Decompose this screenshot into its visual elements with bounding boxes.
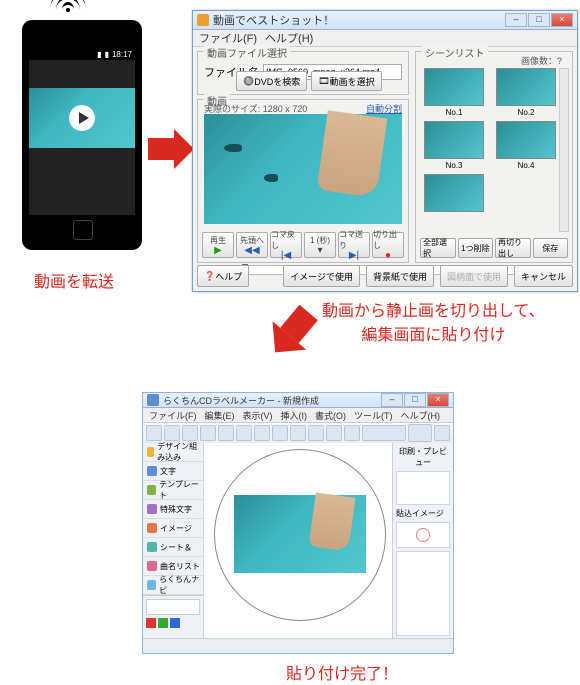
frame-back-button[interactable]: コマ戻し|◀ [270, 232, 302, 258]
left-tab[interactable]: デザイン組み込み [143, 443, 203, 462]
scene-list-group: シーンリスト 画像数：? No.1 No.2 No.3 No.4 全部選択 1つ… [415, 51, 573, 263]
tool-icon[interactable] [200, 425, 216, 441]
menu-item[interactable]: ヘルプ(H) [401, 409, 441, 422]
phone-video-thumbnail[interactable] [29, 88, 135, 148]
tool-icon[interactable] [254, 425, 270, 441]
select-all-button[interactable]: 全部選択 [420, 238, 456, 258]
phone-statusbar: ▮ ▮ 18:17 [29, 48, 135, 60]
play-icon[interactable] [69, 105, 95, 131]
app-icon [197, 14, 209, 26]
label-editor-window: らくちんCDラベルメーカー - 新規作成 – □ × ファイル(F) 編集(E)… [142, 392, 454, 654]
left-tab[interactable]: 特殊文字 [143, 500, 203, 519]
tool-icon[interactable] [164, 425, 180, 441]
cut-button[interactable]: 切り出し● [372, 232, 404, 258]
print-icon[interactable] [408, 424, 432, 442]
scrollbar[interactable] [559, 68, 569, 232]
save-button[interactable]: 保存 [533, 238, 569, 258]
pasted-image[interactable] [234, 495, 366, 573]
tool-icon[interactable] [182, 425, 198, 441]
video-capture-window: 動画でベストショット！ – □ × ファイル(F) ヘルプ(H) 動画ファイル選… [192, 10, 578, 292]
editor-title: らくちんCDラベルメーカー - 新規作成 [163, 394, 319, 407]
tool-icon[interactable] [326, 425, 342, 441]
select-video-button[interactable]: 🎞 動画を選択 [311, 71, 381, 91]
scene-thumb[interactable]: No.3 [422, 121, 486, 170]
preview-box [396, 471, 450, 505]
caption-cutout: 動画から静止画を切り出して、編集画面に貼り付け [322, 300, 545, 348]
editor-statusbar [143, 638, 453, 653]
editor-left-panel: デザイン組み込み 文字 テンプレート 特殊文字 イメージ シート＆ 曲名リスト … [143, 443, 204, 639]
scene-count: 画像数：? [521, 54, 562, 67]
right-header: 印刷・プレビュー [396, 446, 450, 468]
play-button[interactable]: 再生▶ [202, 232, 234, 258]
tool-icon[interactable] [434, 425, 450, 441]
tool-icon[interactable] [290, 425, 306, 441]
battery-icon: ▮ [105, 50, 109, 59]
menu-file[interactable]: ファイル(F) [199, 30, 257, 46]
tool-icon[interactable] [272, 425, 288, 441]
scene-thumb[interactable]: No.4 [494, 121, 558, 170]
file-select-group: 動画ファイル選択 ファイル名 🔘 DVDを検索 🎞 動画を選択 [197, 51, 409, 95]
arrow-right-icon [148, 138, 174, 160]
video-preview [204, 114, 402, 224]
menu-item[interactable]: 挿入(I) [281, 409, 308, 422]
caption-transfer: 動画を転送 [34, 268, 114, 292]
home-button[interactable] [73, 220, 93, 240]
img-panel-label: 貼込イメージ [396, 508, 450, 519]
menu-item[interactable]: ツール(T) [354, 409, 393, 422]
use-as-image-button[interactable]: イメージで使用 [283, 265, 360, 287]
menu-item[interactable]: 書式(O) [315, 409, 346, 422]
tool-icon[interactable] [308, 425, 324, 441]
recut-button[interactable]: 再切り出し [495, 238, 531, 258]
editor-right-panel: 印刷・プレビュー 貼込イメージ [392, 443, 453, 639]
left-tab[interactable]: テンプレート [143, 481, 203, 500]
menu-item[interactable]: ファイル(F) [149, 409, 197, 422]
close-button[interactable]: × [427, 393, 449, 407]
file-select-label: 動画ファイル選択 [204, 45, 290, 60]
close-button[interactable]: × [551, 13, 573, 27]
window-title: 動画でベストショット！ [213, 12, 334, 28]
status-time: 18:17 [112, 50, 132, 59]
cancel-button[interactable]: キャンセル [514, 265, 573, 287]
image-panel [396, 522, 450, 548]
help-button[interactable]: ❓ ヘルプ [197, 265, 249, 287]
step-select[interactable]: 1 (秒)▾ [304, 232, 336, 258]
signal-icon: ▮ [97, 50, 101, 59]
arrow-down-left-icon [280, 305, 318, 343]
tool-icon[interactable] [236, 425, 252, 441]
scene-thumb[interactable]: No.2 [494, 68, 558, 117]
maximize-button[interactable]: □ [528, 13, 550, 27]
smartphone: ▮ ▮ 18:17 [22, 20, 142, 250]
editor-menubar: ファイル(F) 編集(E) 表示(V) 挿入(I) 書式(O) ツール(T) ヘ… [143, 408, 453, 423]
caption-done: 貼り付け完了！ [286, 660, 398, 684]
video-group: 動画 実際のサイズ: 1280 x 720 自動分割 再生▶ 先頭へ◀◀ コマ戻… [197, 99, 409, 263]
frame-fwd-button[interactable]: コマ送り▶| [338, 232, 370, 258]
use-as-bg-button[interactable]: 背景紙で使用 [366, 265, 434, 287]
tool-icon[interactable] [218, 425, 234, 441]
tool-icon[interactable] [344, 425, 360, 441]
app-icon [147, 394, 159, 406]
editor-titlebar: らくちんCDラベルメーカー - 新規作成 – □ × [143, 393, 453, 408]
scene-thumb[interactable]: No.1 [422, 68, 486, 117]
maximize-button[interactable]: □ [404, 393, 426, 407]
menu-item[interactable]: 表示(V) [243, 409, 273, 422]
delete-one-button[interactable]: 1つ削除 [458, 238, 494, 258]
rewind-button[interactable]: 先頭へ◀◀ [236, 232, 268, 258]
minimize-button[interactable]: – [381, 393, 403, 407]
dvd-search-button[interactable]: 🔘 DVDを検索 [236, 71, 307, 91]
titlebar: 動画でベストショット！ – □ × [193, 11, 577, 30]
tool-icon[interactable] [146, 425, 162, 441]
scene-list-label: シーンリスト [422, 45, 488, 60]
menu-help[interactable]: ヘルプ(H) [265, 30, 313, 46]
use-as-collage-button: 図柄面で使用 [440, 265, 508, 287]
left-tab[interactable]: シート＆ [143, 538, 203, 557]
menu-item[interactable]: 編集(E) [205, 409, 235, 422]
left-tab[interactable]: らくちんナビ [143, 576, 203, 595]
editor-canvas[interactable] [204, 443, 392, 639]
property-panel [396, 551, 450, 636]
left-tab[interactable]: イメージ [143, 519, 203, 538]
minimize-button[interactable]: – [505, 13, 527, 27]
scene-thumb[interactable] [422, 174, 486, 212]
